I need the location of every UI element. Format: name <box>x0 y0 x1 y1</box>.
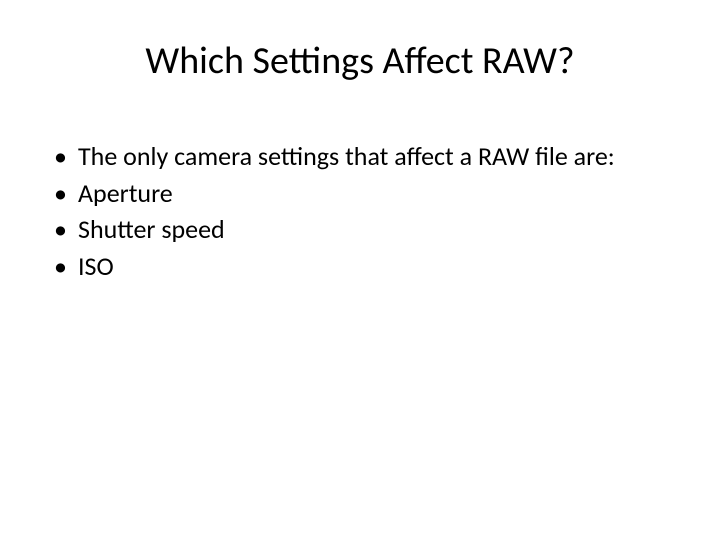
bullet-item: Shutter speed <box>48 213 680 246</box>
bullet-item: ISO <box>48 250 680 283</box>
slide-title: Which Settings Affect RAW? <box>40 38 680 84</box>
bullet-item: The only camera settings that affect a R… <box>48 140 680 173</box>
bullet-list: The only camera settings that affect a R… <box>48 140 680 282</box>
bullet-item: Aperture <box>48 177 680 210</box>
slide-content: The only camera settings that affect a R… <box>40 140 680 282</box>
slide-container: Which Settings Affect RAW? The only came… <box>0 0 720 540</box>
